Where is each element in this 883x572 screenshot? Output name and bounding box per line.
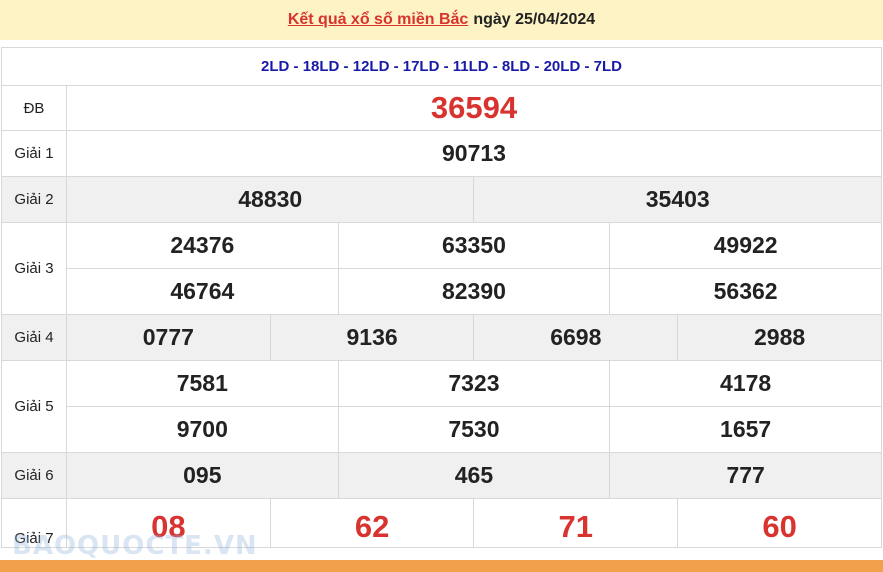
- results-header: Kết quả xổ số miền Bắc ngày 25/04/2024: [0, 0, 883, 40]
- prize-label-g6: Giải 6: [1, 452, 67, 499]
- prize-row-g1: Giải 1 90713: [1, 130, 883, 177]
- prize-number-g2: 35403: [473, 176, 883, 223]
- draw-codes-row: 2LD - 18LD - 12LD - 17LD - 11LD - 8LD - …: [0, 47, 883, 86]
- prize-label-db: ĐB: [1, 85, 67, 131]
- prize-number-g7: 60: [677, 498, 883, 548]
- prize-number-g7: 62: [269, 498, 475, 548]
- prize-number-g7: 71: [473, 498, 679, 548]
- prize-row-g5-second: 9700 7530 1657: [2, 406, 883, 453]
- prize-number-g3: 63350: [337, 222, 611, 269]
- prize-row-g5: Giải 5 7581 7323 4178: [1, 360, 883, 453]
- prize-number-g3: 56362: [609, 268, 883, 315]
- prize-number-g3: 82390: [337, 268, 611, 315]
- prize-label-g1: Giải 1: [1, 130, 67, 177]
- prize-number-g3: 49922: [609, 222, 883, 269]
- prize-row-g3: Giải 3 24376 63350 49922: [1, 222, 883, 315]
- prize-number-g1: 90713: [65, 130, 883, 177]
- special-prize-number: 36594: [65, 85, 883, 131]
- prize-number-g4: 9136: [269, 314, 475, 361]
- prize-number-g5: 7581: [66, 360, 339, 407]
- prize-number-g4: 2988: [677, 314, 883, 361]
- prize-label-g5: Giải 5: [1, 360, 67, 453]
- prize-number-g7: 08: [66, 498, 271, 548]
- draw-codes: 2LD - 18LD - 12LD - 17LD - 11LD - 8LD - …: [0, 47, 883, 86]
- prize-row-g6: Giải 6 095 465 777: [1, 452, 883, 499]
- prize-number-g6: 465: [337, 452, 611, 499]
- footer-strip: [0, 560, 883, 572]
- prize-row-g3-second: 46764 82390 56362: [2, 268, 883, 315]
- prize-number-g3: 46764: [66, 268, 339, 315]
- results-table: 2LD - 18LD - 12LD - 17LD - 11LD - 8LD - …: [0, 47, 883, 548]
- prize-number-g5: 7323: [337, 360, 611, 407]
- prize-label-g2: Giải 2: [1, 176, 67, 223]
- prize-number-g3: 24376: [66, 222, 339, 269]
- prize-row-g7: Giải 7 08 62 71 60: [1, 498, 883, 548]
- prize-label-g3: Giải 3: [1, 222, 67, 315]
- prize-number-g4: 0777: [66, 314, 271, 361]
- prize-number-g4: 6698: [473, 314, 679, 361]
- prize-number-g5: 1657: [609, 406, 883, 453]
- prize-number-g5: 7530: [337, 406, 611, 453]
- prize-number-g6: 777: [609, 452, 883, 499]
- prize-number-g6: 095: [66, 452, 339, 499]
- prize-row-g4: Giải 4 0777 9136 6698 2988: [1, 314, 883, 361]
- prize-label-g7: Giải 7: [1, 498, 67, 548]
- prize-number-g5: 9700: [66, 406, 339, 453]
- prize-row-g2: Giải 2 48830 35403: [1, 176, 883, 223]
- prize-number-g5: 4178: [609, 360, 883, 407]
- results-title-link[interactable]: Kết quả xổ số miền Bắc: [288, 11, 469, 29]
- prize-row-db: ĐB 36594: [1, 85, 883, 131]
- prize-number-g2: 48830: [65, 176, 475, 223]
- results-date: ngày 25/04/2024: [473, 11, 596, 28]
- prize-label-g4: Giải 4: [1, 314, 67, 361]
